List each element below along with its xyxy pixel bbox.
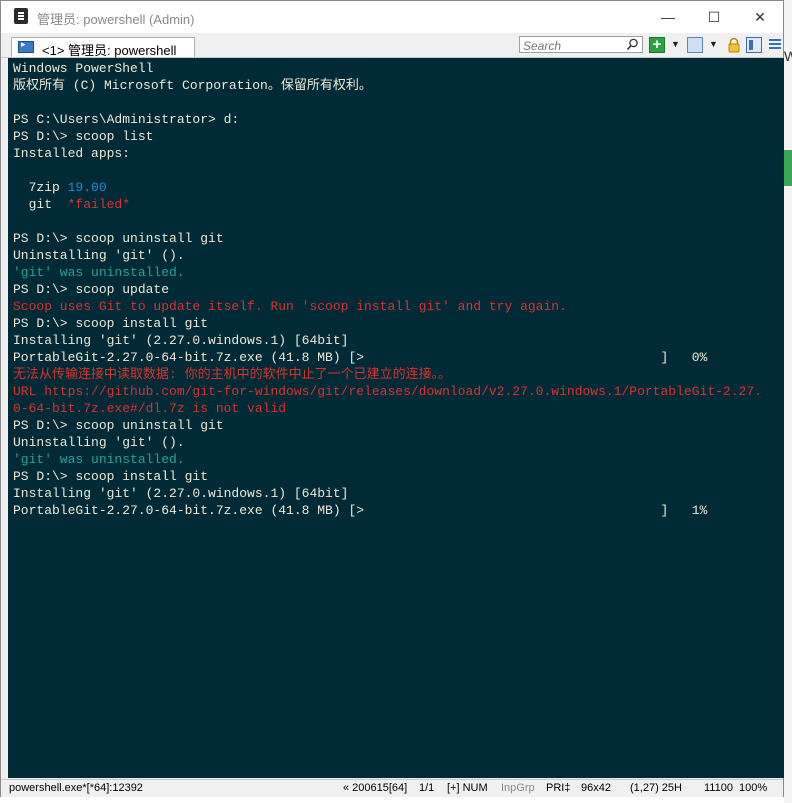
console-segment: 无法从传输连接中读取数据: 你的主机中的软件中止了一个已建立的连接。。 <box>13 367 452 382</box>
console-segment: Uninstalling 'git' (). <box>13 435 185 450</box>
console-line: PortableGit-2.27.0-64-bit.7z.exe (41.8 M… <box>13 502 784 519</box>
console-segment: 7zip <box>13 180 68 195</box>
console-segment: 19.00 <box>67 180 107 195</box>
console-line: URL https://github.com/git-for-windows/g… <box>13 383 784 400</box>
status-zoom: 100% <box>739 782 768 794</box>
console-line: Installing 'git' (2.27.0.windows.1) [64b… <box>13 485 784 502</box>
status-priority: PRI‡ <box>546 782 571 794</box>
console-segment: 0-64-bit.7z.exe#/dl.7z is not valid <box>13 401 287 416</box>
console-segment: Installed apps: <box>13 146 131 161</box>
menu-icon[interactable] <box>767 37 783 53</box>
window-dropdown-icon[interactable]: ▼ <box>709 39 718 49</box>
console-segment: Windows PowerShell <box>13 61 154 76</box>
console-line: Scoop uses Git to update itself. Run 'sc… <box>13 298 784 315</box>
console-segment: PS D:\> scoop install git <box>13 316 209 331</box>
console-line: ​ <box>13 94 784 111</box>
status-inpgrp: InpGrp <box>501 782 535 794</box>
console-line: git *failed* <box>13 196 784 213</box>
window-title: 管理员: powershell (Admin) <box>37 12 195 27</box>
console-segment: 'git' was uninstalled. <box>13 452 185 467</box>
console-line: PS D:\> scoop install git <box>13 468 784 485</box>
console-line: PS C:\Users\Administrator> d: <box>13 111 784 128</box>
console-segment: Scoop uses Git to update itself. Run 'sc… <box>13 299 567 314</box>
console-line: PS D:\> scoop uninstall git <box>13 230 784 247</box>
close-button[interactable]: ✕ <box>737 1 783 33</box>
status-keys: [+] NUM <box>447 782 488 794</box>
console-segment: PS D:\> scoop install git <box>13 469 209 484</box>
console-line: 0-64-bit.7z.exe#/dl.7z is not valid <box>13 400 784 417</box>
console-segment: PS D:\> scoop list <box>13 129 154 144</box>
console-segment: Installing 'git' (2.27.0.windows.1) [64b… <box>13 486 349 501</box>
console-line: 'git' was uninstalled. <box>13 264 784 281</box>
console-line: 无法从传输连接中读取数据: 你的主机中的软件中止了一个已建立的连接。。 <box>13 366 784 383</box>
console-line: PS D:\> scoop install git <box>13 315 784 332</box>
search-input[interactable] <box>520 39 626 53</box>
console-line: 7zip 19.00 <box>13 179 784 196</box>
background-green-button <box>784 150 792 186</box>
console-line: Uninstalling 'git' (). <box>13 434 784 451</box>
minimize-button[interactable]: — <box>645 1 691 33</box>
new-console-plus-icon[interactable]: + <box>649 37 665 53</box>
console-line: PS D:\> scoop list <box>13 128 784 145</box>
console-segment: PS D:\> scoop update <box>13 282 170 297</box>
status-console-size: 96x42 <box>581 782 611 794</box>
maximize-button[interactable]: ☐ <box>691 1 737 33</box>
lock-icon[interactable] <box>726 37 742 53</box>
console-segment: PortableGit-2.27.0-64-bit.7z.exe (41.8 M… <box>13 350 708 365</box>
console-segment: URL https://github.com/git-for-windows/g… <box>13 384 762 399</box>
console-line: Installing 'git' (2.27.0.windows.1) [64b… <box>13 332 784 349</box>
console-window: 管理员: powershell (Admin) — ☐ ✕ <1> 管理员: p… <box>0 0 784 797</box>
console-line: ​ <box>13 162 784 179</box>
console-segment: 版权所有 (C) Microsoft Corporation。保留所有权利。 <box>13 78 372 93</box>
console-line: Installed apps: <box>13 145 784 162</box>
title-bar[interactable]: 管理员: powershell (Admin) — ☐ ✕ <box>1 1 783 33</box>
console-segment: Uninstalling 'git' (). <box>13 248 185 263</box>
console-output[interactable]: Windows PowerShell 版权所有 (C) Microsoft Cor… <box>8 58 784 778</box>
console-text: Windows PowerShell 版权所有 (C) Microsoft Cor… <box>8 58 784 519</box>
status-cursor: (1,27) 25H <box>630 782 682 794</box>
status-pages: 1/1 <box>419 782 435 794</box>
console-segment: git <box>13 197 68 212</box>
console-segment: PS C:\Users\Administrator> d: <box>13 112 240 127</box>
search-icon[interactable] <box>626 38 639 51</box>
console-line: PS D:\> scoop uninstall git <box>13 417 784 434</box>
console-segment: *failed* <box>67 197 131 212</box>
background-window-edge: W <box>784 0 792 803</box>
status-pid: 11100 <box>704 782 733 794</box>
console-segment: Installing 'git' (2.27.0.windows.1) [64b… <box>13 333 349 348</box>
new-console-dropdown-icon[interactable]: ▼ <box>671 39 680 49</box>
console-app-icon <box>14 8 28 24</box>
console-line: Windows PowerShell <box>13 60 784 77</box>
console-line: Uninstalling 'git' (). <box>13 247 784 264</box>
console-line: ​ <box>13 213 784 230</box>
console-line: PS D:\> scoop update <box>13 281 784 298</box>
console-line: 版权所有 (C) Microsoft Corporation。保留所有权利。 <box>13 77 784 94</box>
console-line: PortableGit-2.27.0-64-bit.7z.exe (41.8 M… <box>13 349 784 366</box>
tab-powershell[interactable]: <1> 管理员: powershell <box>11 37 195 58</box>
panel-icon[interactable] <box>746 37 762 53</box>
status-build: « 200615[64] <box>343 782 408 794</box>
console-segment: PortableGit-2.27.0-64-bit.7z.exe (41.8 M… <box>13 503 708 518</box>
console-segment: PS D:\> scoop uninstall git <box>13 418 224 433</box>
tab-label: <1> 管理员: powershell <box>42 43 177 58</box>
console-segment: PS D:\> scoop uninstall git <box>13 231 224 246</box>
powershell-icon <box>18 39 34 53</box>
search-box[interactable] <box>519 36 643 53</box>
console-line: 'git' was uninstalled. <box>13 451 784 468</box>
background-text: W <box>784 48 792 64</box>
status-bar: powershell.exe*[*64]:12392 « 200615[64] … <box>1 779 783 797</box>
console-segment: 'git' was uninstalled. <box>13 265 185 280</box>
window-icon[interactable] <box>687 37 703 53</box>
toolbar: <1> 管理员: powershell + ▼ ▼ <box>1 33 783 58</box>
status-process: powershell.exe*[*64]:12392 <box>9 782 143 794</box>
